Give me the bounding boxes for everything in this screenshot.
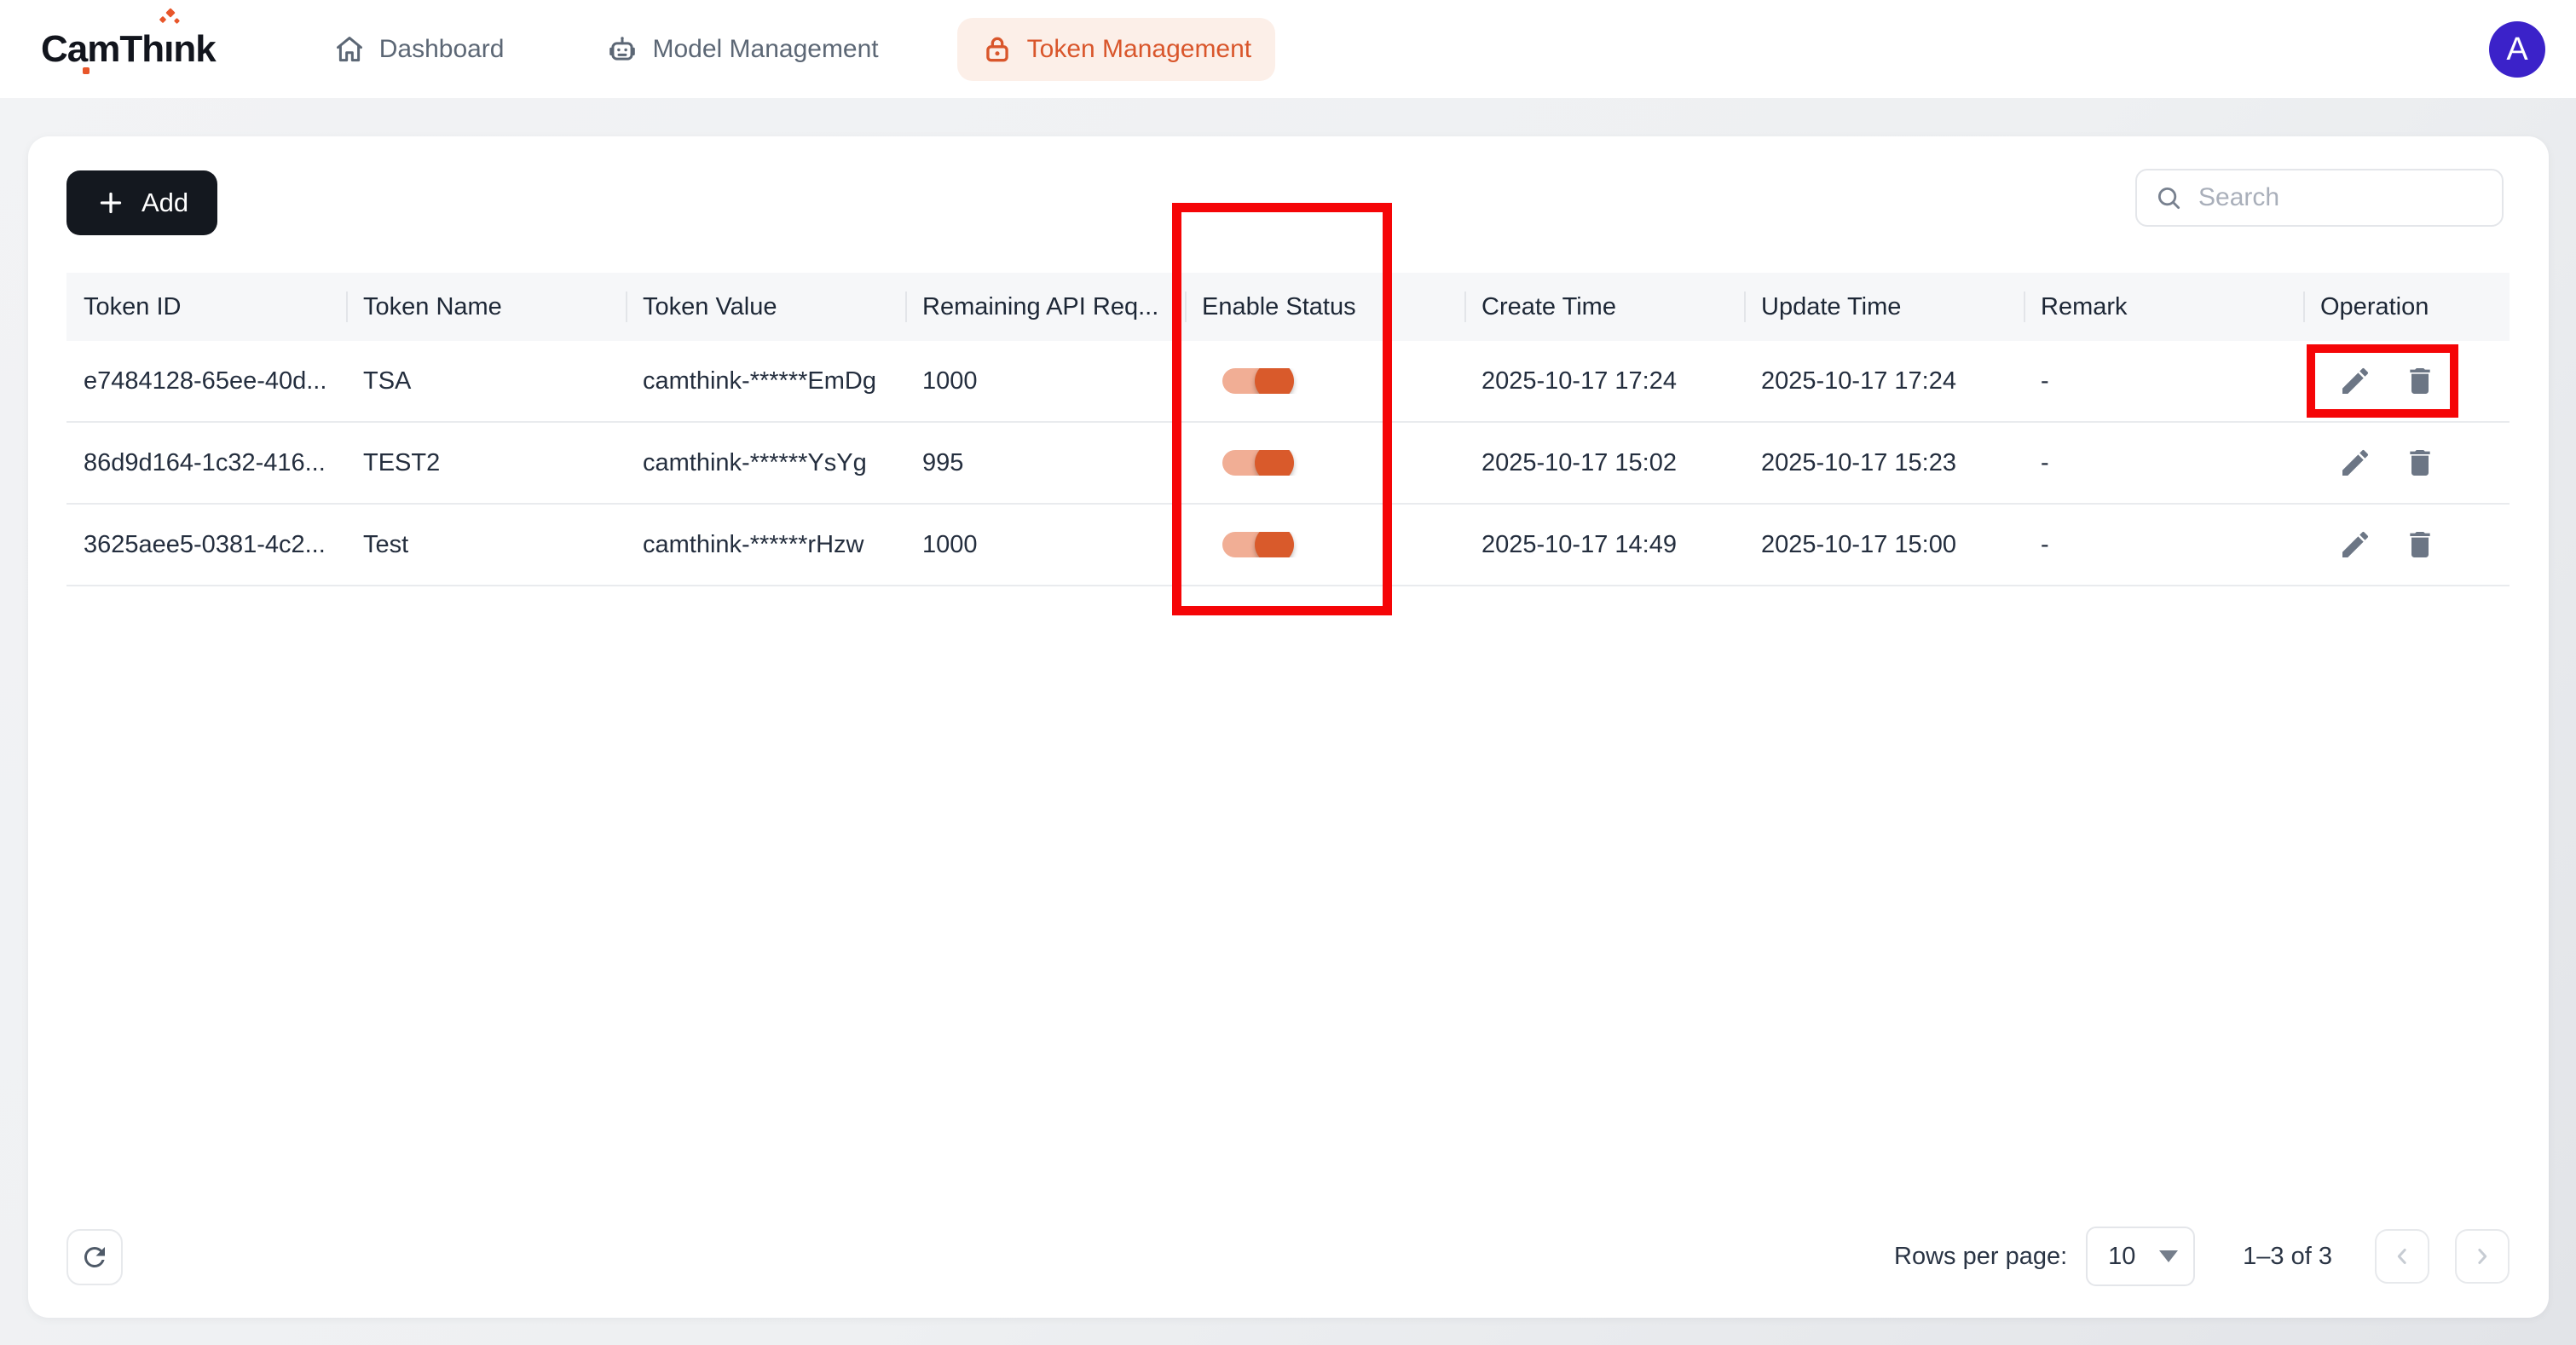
cell-remaining: 1000: [905, 531, 1185, 559]
edit-button[interactable]: [2336, 525, 2375, 564]
cell-create-time: 2025-10-17 14:49: [1464, 531, 1744, 559]
add-button-label: Add: [142, 188, 188, 218]
col-header-enable-status: Enable Status: [1185, 273, 1464, 341]
token-management-panel: Add Token ID Token Name Token Value Rema…: [28, 136, 2549, 1318]
toggle-thumb: [1255, 368, 1294, 394]
edit-button[interactable]: [2336, 443, 2375, 482]
cell-remaining: 1000: [905, 367, 1185, 395]
cell-token-value: camthink-******rHzw: [626, 531, 905, 559]
main-nav: Dashboard Model Management: [309, 18, 1275, 81]
search-input[interactable]: [2198, 183, 2485, 212]
page-range-label: 1–3 of 3: [2243, 1243, 2332, 1271]
lock-icon: [981, 33, 1014, 66]
toggle-thumb: [1255, 450, 1294, 476]
logo-text-1: CamTh: [41, 28, 164, 71]
avatar-initial: A: [2506, 32, 2527, 68]
top-navigation-bar: CamThınk Dashboard Model Manage: [0, 0, 2576, 98]
enable-toggle[interactable]: [1222, 368, 1291, 394]
cell-operation: [2303, 361, 2510, 401]
chevron-right-icon: [2469, 1244, 2495, 1269]
add-token-button[interactable]: Add: [66, 170, 217, 235]
cell-token-id: 3625aee5-0381-4c2...: [66, 531, 346, 559]
nav-item-token-management[interactable]: Token Management: [957, 18, 1276, 81]
cell-token-id: 86d9d164-1c32-416...: [66, 449, 346, 477]
delete-button[interactable]: [2400, 443, 2440, 482]
cell-token-name: TSA: [346, 367, 626, 395]
pencil-icon: [2338, 528, 2372, 562]
col-header-operation: Operation: [2303, 273, 2510, 341]
rows-per-page-value: 10: [2108, 1243, 2135, 1271]
rows-per-page-label: Rows per page:: [1894, 1243, 2067, 1271]
edit-button[interactable]: [2336, 361, 2375, 401]
nav-item-model-management[interactable]: Model Management: [582, 18, 902, 81]
col-header-remaining: Remaining API Req...: [905, 273, 1185, 341]
logo-sparkle-icon: [159, 15, 166, 22]
caret-down-icon: [2159, 1250, 2178, 1262]
plus-icon: [95, 188, 126, 218]
robot-icon: [606, 33, 638, 66]
cell-create-time: 2025-10-17 15:02: [1464, 449, 1744, 477]
nav-label: Dashboard: [379, 35, 505, 64]
refresh-icon: [79, 1242, 110, 1273]
cell-operation: [2303, 525, 2510, 564]
cell-enable-status: [1185, 450, 1464, 476]
enable-toggle[interactable]: [1222, 532, 1291, 557]
logo-sparkle-icon: [165, 8, 175, 17]
cell-create-time: 2025-10-17 17:24: [1464, 367, 1744, 395]
refresh-button[interactable]: [66, 1229, 123, 1285]
cell-update-time: 2025-10-17 15:00: [1744, 531, 2024, 559]
cell-remark: -: [2024, 531, 2303, 559]
cell-operation: [2303, 443, 2510, 482]
col-header-token-id: Token ID: [66, 273, 346, 341]
cell-token-value: camthink-******YsYg: [626, 449, 905, 477]
col-header-update-time: Update Time: [1744, 273, 2024, 341]
logo-accent-dot: [83, 67, 90, 74]
home-icon: [333, 33, 366, 66]
cell-remark: -: [2024, 367, 2303, 395]
logo-sparkle-icon: [174, 17, 180, 23]
cell-remaining: 995: [905, 449, 1185, 477]
pagination: Rows per page: 10 1–3 of 3: [1894, 1224, 2510, 1289]
trash-icon: [2403, 364, 2437, 398]
cell-remark: -: [2024, 449, 2303, 477]
table-row: 86d9d164-1c32-416... TEST2 camthink-****…: [66, 423, 2510, 505]
toggle-thumb: [1255, 532, 1294, 557]
col-header-token-name: Token Name: [346, 273, 626, 341]
search-icon: [2154, 183, 2183, 212]
camthink-logo: CamThınk: [41, 28, 216, 71]
delete-button[interactable]: [2400, 361, 2440, 401]
nav-item-dashboard[interactable]: Dashboard: [309, 18, 528, 81]
pencil-icon: [2338, 364, 2372, 398]
col-header-token-value: Token Value: [626, 273, 905, 341]
search-box: [2135, 169, 2504, 227]
cell-token-value: camthink-******EmDg: [626, 367, 905, 395]
user-avatar[interactable]: A: [2489, 21, 2545, 78]
cell-token-name: TEST2: [346, 449, 626, 477]
table-row: e7484128-65ee-40d... TSA camthink-******…: [66, 341, 2510, 423]
chevron-left-icon: [2389, 1244, 2415, 1269]
logo-text-2: nk: [173, 28, 215, 71]
nav-label: Token Management: [1027, 35, 1252, 64]
table-row: 3625aee5-0381-4c2... Test camthink-*****…: [66, 505, 2510, 586]
trash-icon: [2403, 446, 2437, 480]
next-page-button[interactable]: [2455, 1229, 2510, 1284]
cell-enable-status: [1185, 368, 1464, 394]
logo-dotless-i: ı: [164, 28, 173, 71]
token-table: Token ID Token Name Token Value Remainin…: [66, 273, 2510, 586]
col-header-remark: Remark: [2024, 273, 2303, 341]
delete-button[interactable]: [2400, 525, 2440, 564]
table-header-row: Token ID Token Name Token Value Remainin…: [66, 273, 2510, 341]
cell-token-name: Test: [346, 531, 626, 559]
enable-toggle[interactable]: [1222, 450, 1291, 476]
cell-update-time: 2025-10-17 17:24: [1744, 367, 2024, 395]
cell-update-time: 2025-10-17 15:23: [1744, 449, 2024, 477]
col-header-create-time: Create Time: [1464, 273, 1744, 341]
nav-label: Model Management: [652, 35, 878, 64]
rows-per-page-select[interactable]: 10: [2086, 1227, 2195, 1286]
trash-icon: [2403, 528, 2437, 562]
cell-enable-status: [1185, 532, 1464, 557]
cell-token-id: e7484128-65ee-40d...: [66, 367, 346, 395]
previous-page-button[interactable]: [2375, 1229, 2429, 1284]
pencil-icon: [2338, 446, 2372, 480]
